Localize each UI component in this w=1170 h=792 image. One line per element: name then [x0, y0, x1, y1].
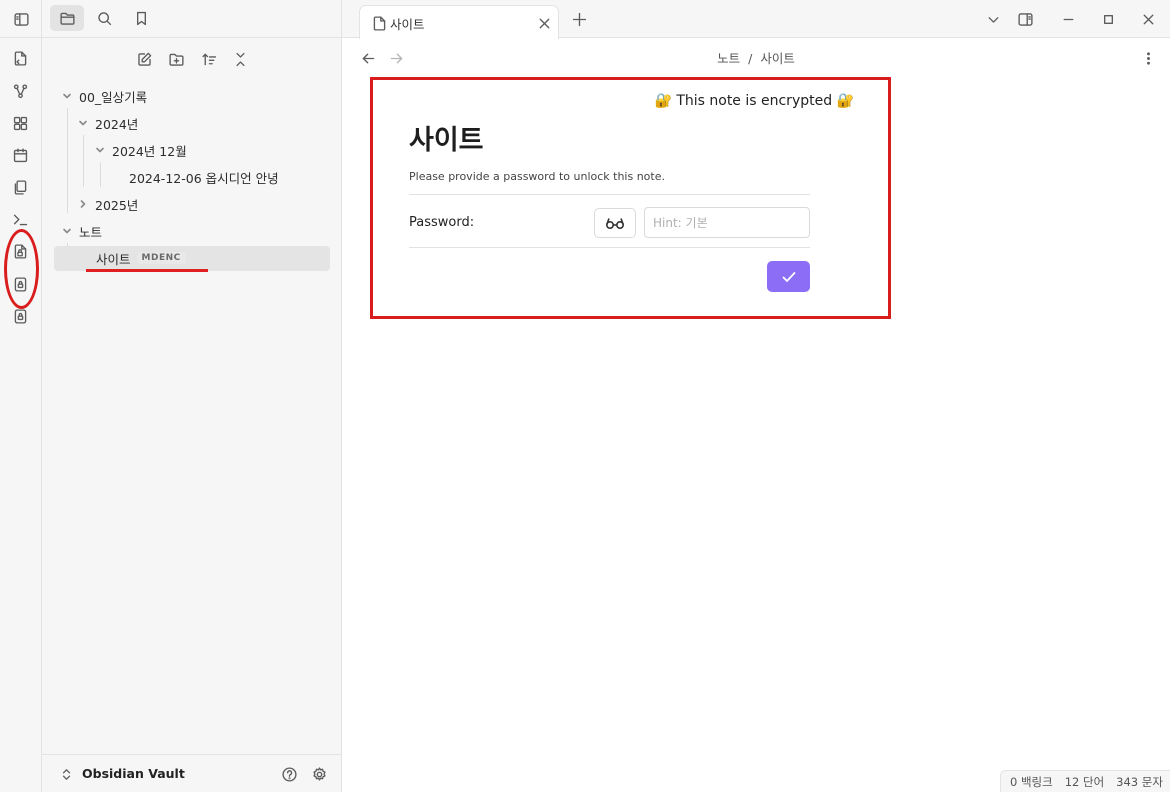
file-extension-badge: MDENC: [136, 252, 186, 264]
tree-folder[interactable]: 2025년: [77, 191, 138, 217]
tree-item-label: 노트: [79, 224, 103, 240]
tree-guide: [67, 108, 68, 213]
reveal-password-button[interactable]: [594, 208, 636, 238]
search-icon[interactable]: [94, 8, 114, 28]
new-note-icon[interactable]: [134, 49, 154, 69]
tab-list-dropdown-icon[interactable]: [983, 9, 1003, 29]
new-folder-icon[interactable]: [166, 49, 186, 69]
collapse-all-icon[interactable]: [230, 49, 250, 69]
sidebar-footer: Obsidian Vault: [42, 754, 342, 792]
tree-folder[interactable]: 노트: [61, 218, 102, 244]
tree-folder[interactable]: 2024년 12월: [94, 137, 187, 163]
status-bar: 0 백링크 12 단어 343 문자: [1000, 770, 1170, 792]
left-ribbon: [0, 0, 42, 792]
sidebar-tab-header: [42, 0, 342, 38]
open-quick-switcher-icon[interactable]: [10, 48, 30, 68]
unlock-submit-button[interactable]: [767, 261, 810, 292]
new-tab-icon[interactable]: [569, 9, 589, 29]
minimize-window-icon[interactable]: [1058, 9, 1078, 29]
chevron-down-icon: [77, 117, 89, 129]
unlock-message: Please provide a password to unlock this…: [409, 170, 665, 183]
chevron-down-icon: [61, 225, 73, 237]
more-options-icon[interactable]: [1138, 48, 1158, 68]
encrypted-banner: 🔐 This note is encrypted 🔐: [654, 93, 854, 109]
templates-icon[interactable]: [10, 177, 30, 197]
breadcrumb-separator: /: [748, 51, 753, 66]
vault-name[interactable]: Obsidian Vault: [82, 766, 185, 781]
graph-view-icon[interactable]: [10, 81, 30, 101]
tab-title: 사이트: [390, 17, 425, 32]
tree-folder[interactable]: 00_일상기록: [61, 83, 147, 109]
tab-bar: 사이트: [342, 0, 1170, 39]
chevron-right-icon: [77, 198, 89, 210]
annotation-underline: [86, 269, 208, 272]
bookmark-icon[interactable]: [131, 8, 151, 28]
word-count: 12 단어: [1064, 774, 1105, 789]
tree-item-label: 2024년: [95, 116, 139, 132]
command-palette-icon[interactable]: [10, 209, 30, 229]
calendar-icon[interactable]: [10, 145, 30, 165]
glasses-icon: [605, 216, 625, 230]
toggle-right-sidebar-icon[interactable]: [1015, 9, 1035, 29]
lock-file-icon-2[interactable]: [10, 306, 30, 326]
sidebar-toggle-icon[interactable]: [11, 9, 31, 29]
breadcrumb-file[interactable]: 사이트: [760, 51, 795, 66]
encrypted-note-panel: 🔐 This note is encrypted 🔐 사이트 Please pr…: [370, 77, 891, 319]
file-icon: [369, 13, 389, 33]
chevron-down-icon: [61, 90, 73, 102]
tree-item-label: 사이트: [96, 251, 131, 267]
tree-item-label: 2024-12-06 옵시디언 안녕: [129, 170, 279, 186]
view-header: 노트 / 사이트: [342, 38, 1170, 76]
note-title: 사이트: [409, 125, 484, 156]
tree-folder[interactable]: 2024년: [77, 110, 138, 136]
obsidian-app: 00_일상기록 2024년 2024년 12월 2024-12-06 옵시디언 …: [0, 0, 1170, 792]
sort-icon[interactable]: [199, 49, 219, 69]
password-label: Password:: [409, 215, 475, 230]
checkmark-icon: [781, 270, 797, 284]
tree-guide: [83, 135, 84, 187]
password-input[interactable]: [644, 207, 810, 238]
tree-item-label: 2024년 12월: [112, 143, 187, 159]
divider: [409, 194, 810, 195]
divider: [409, 247, 810, 248]
tree-file-active[interactable]: 사이트 MDENC: [96, 245, 186, 271]
help-icon[interactable]: [279, 764, 299, 784]
close-window-icon[interactable]: [1138, 9, 1158, 29]
annotation-ellipse: [4, 229, 39, 309]
folder-icon[interactable]: [57, 8, 77, 28]
close-tab-icon[interactable]: [534, 13, 554, 33]
tree-item-label: 2025년: [95, 197, 139, 213]
settings-gear-icon[interactable]: [309, 764, 329, 784]
tree-item-label: 00_일상기록: [79, 89, 148, 105]
vault-switcher-icon[interactable]: [56, 764, 76, 784]
file-explorer-sidebar: 00_일상기록 2024년 2024년 12월 2024-12-06 옵시디언 …: [42, 0, 342, 792]
canvas-icon[interactable]: [10, 113, 30, 133]
breadcrumb-folder[interactable]: 노트: [717, 51, 740, 66]
tab-active[interactable]: 사이트: [359, 5, 559, 39]
char-count: 343 문자: [1116, 774, 1163, 789]
tree-guide: [100, 162, 101, 187]
file-nav-toolbar: [42, 46, 342, 72]
backlinks-count[interactable]: 0 백링크: [1010, 774, 1053, 790]
ribbon-top: [0, 0, 42, 38]
maximize-window-icon[interactable]: [1098, 9, 1118, 29]
breadcrumb: 노트 / 사이트: [342, 48, 1170, 67]
tree-file[interactable]: 2024-12-06 옵시디언 안녕: [129, 164, 279, 190]
chevron-down-icon: [94, 144, 106, 156]
